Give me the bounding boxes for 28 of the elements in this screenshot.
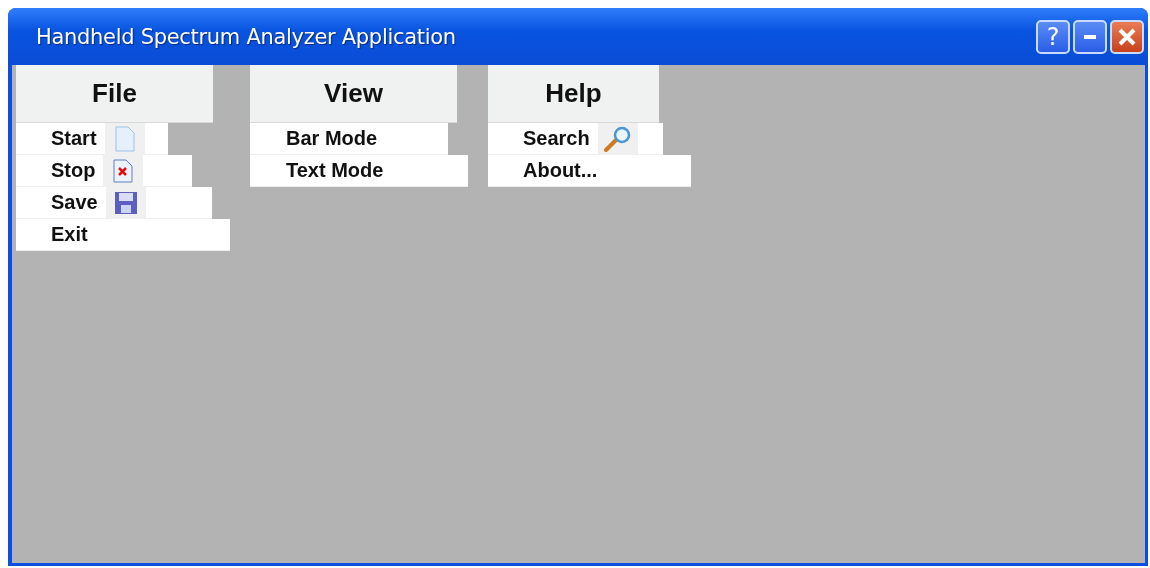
menu-item-label: Search [523,127,590,150]
menu-item[interactable]: Text Mode [250,155,468,187]
minimize-icon [1084,34,1096,39]
menu-item[interactable]: Stop [16,155,192,187]
menu-item-label: Text Mode [286,159,384,182]
menu-item-label: Bar Mode [286,127,378,150]
search-icon [602,125,633,152]
menu-header[interactable]: View [250,65,457,123]
menu-item-label: Start [51,127,97,150]
document-icon [114,125,135,152]
help-button[interactable]: ? [1036,19,1070,54]
menu-header[interactable]: Help [488,65,659,123]
menu-item[interactable]: Bar Mode [250,123,448,155]
document-error-icon [113,158,134,183]
menu-item-label: Save [51,191,98,214]
menu-item-label: About... [523,159,598,182]
minimize-button[interactable] [1073,19,1107,54]
menu-item[interactable]: Search [488,123,663,155]
menu-header[interactable]: File [16,65,213,123]
menu-item[interactable]: Save [16,187,212,219]
menu-item[interactable]: Start [16,123,168,155]
menu-item[interactable]: Exit [16,219,230,251]
window-title: Handheld Spectrum Analyzer Application [36,24,457,49]
menu-item[interactable]: About... [488,155,691,187]
close-icon [1118,27,1136,46]
menu-item-label: Stop [51,159,96,182]
close-button[interactable] [1110,19,1144,54]
menu-item-label: Exit [51,223,88,246]
